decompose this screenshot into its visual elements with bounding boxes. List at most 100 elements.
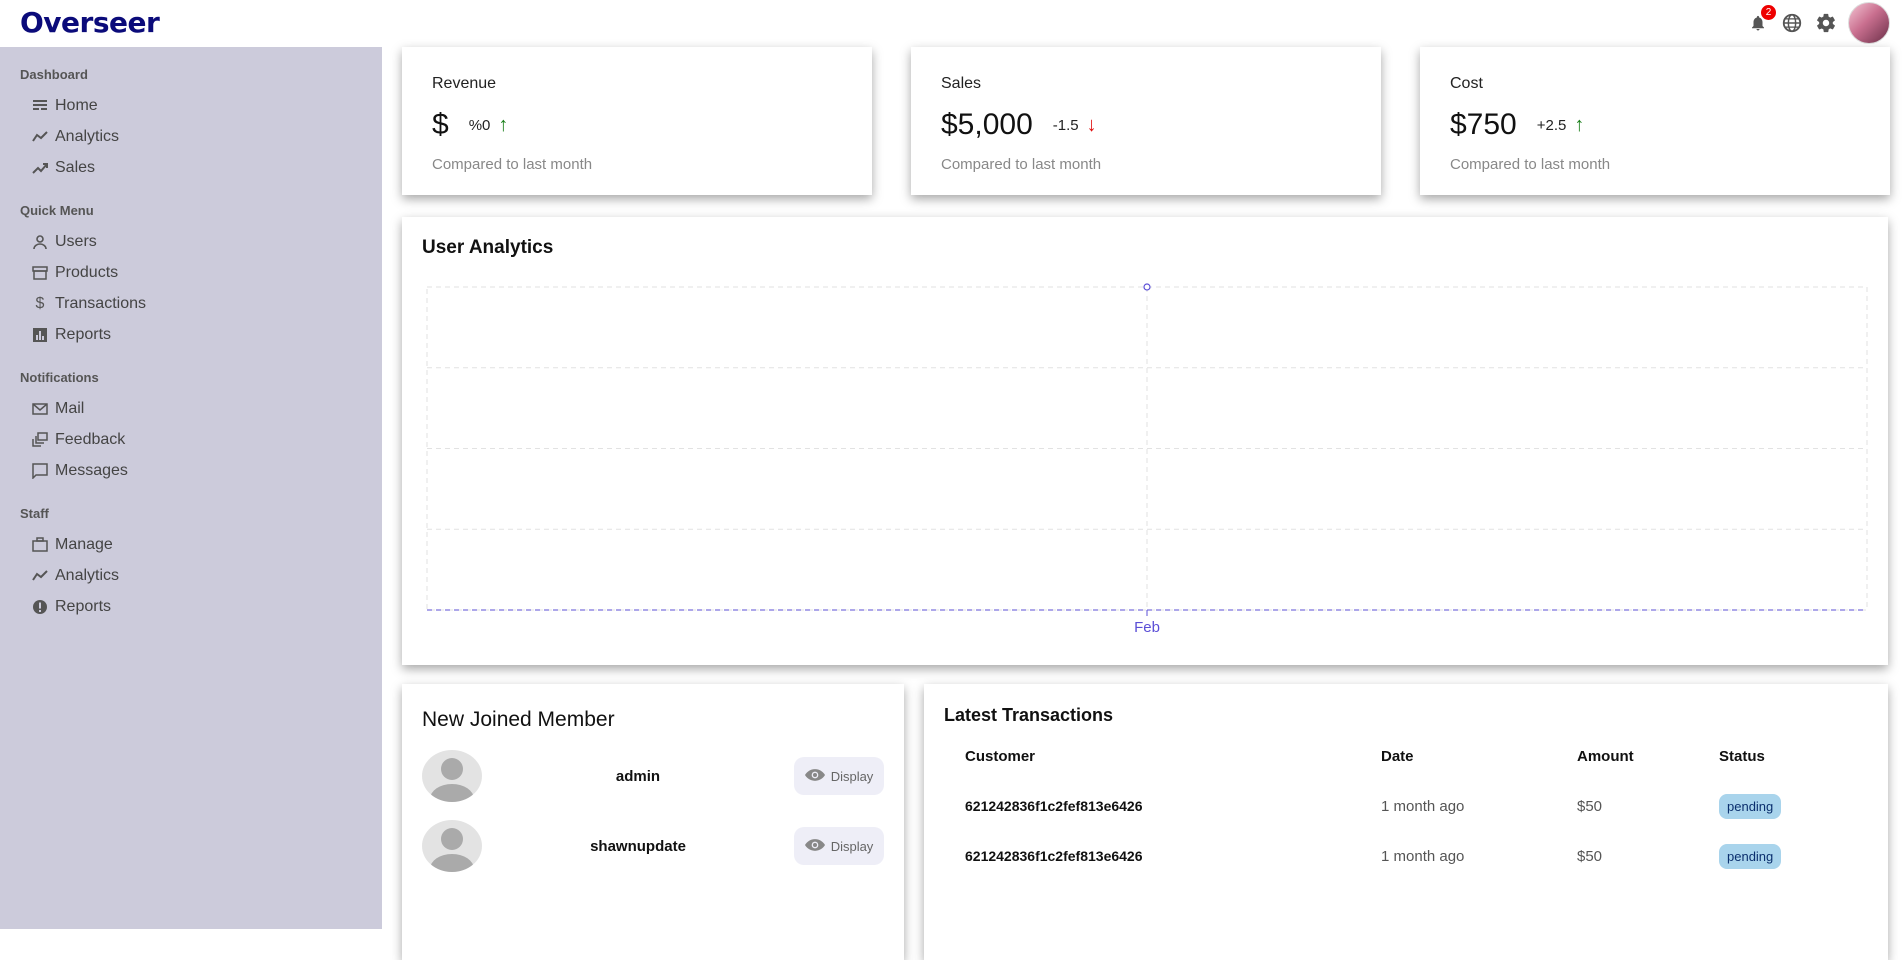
new-members-card: New Joined Member admin Display shawnupd…	[402, 684, 904, 960]
sidebar-item-label: Mail	[55, 399, 85, 417]
sidebar-item-messages[interactable]: Messages	[0, 455, 382, 486]
chart-point	[1143, 283, 1151, 291]
chart-tick-label: Feb	[1134, 619, 1160, 636]
arrow-up-icon: ↑	[498, 113, 509, 136]
header-status: Status	[1719, 748, 1765, 765]
status-cell: pending	[1719, 831, 1865, 881]
member-list: admin Display shawnupdate Display	[422, 750, 884, 872]
settings-gear-icon[interactable]	[1814, 11, 1838, 35]
status-badge: pending	[1719, 793, 1782, 819]
notification-badge: 2	[1761, 5, 1776, 20]
bar-chart-icon	[32, 327, 48, 343]
kpi-row: $5,000 -1.5 ↓	[941, 108, 1351, 142]
chat-bubble-icon	[32, 462, 48, 479]
app-logo[interactable]: Overseer	[20, 6, 160, 39]
kpi-rate: -1.5	[1052, 116, 1079, 134]
kpi-value: $750	[1450, 108, 1517, 141]
transactions-table: Customer Date Amount Status 621242836f1c…	[965, 748, 1865, 881]
latest-transactions-card: Latest Transactions Customer Date Amount…	[924, 684, 1888, 960]
display-button[interactable]: Display	[794, 757, 884, 795]
top-icons: 2	[1746, 2, 1890, 44]
kpi-compare-text: Compared to last month	[432, 156, 593, 173]
dynamic-feed-icon	[32, 431, 48, 448]
table-row[interactable]: 621242836f1c2fef813e6426 1 month ago $50…	[965, 781, 1865, 831]
kpi-compare-text: Compared to last month	[941, 156, 1102, 173]
kpi-rate: %0	[468, 116, 491, 134]
sidebar-item-manage[interactable]: Manage	[0, 529, 382, 560]
timeline-icon	[32, 568, 48, 584]
trending-up-icon	[32, 160, 48, 176]
kpi-title: Revenue	[432, 75, 497, 92]
sidebar-item-home[interactable]: Home	[0, 90, 382, 121]
table-row[interactable]: 621242836f1c2fef813e6426 1 month ago $50…	[965, 831, 1865, 881]
amount-cell: $50	[1577, 847, 1603, 865]
arrow-down-icon: ↓	[1086, 113, 1097, 136]
member-name: shawnupdate	[590, 837, 686, 855]
sidebar-item-reports[interactable]: Reports	[0, 319, 382, 350]
notifications-icon[interactable]: 2	[1746, 5, 1776, 35]
sidebar-item-analytics[interactable]: Analytics	[0, 560, 382, 591]
sidebar-item-label: Manage	[55, 535, 113, 553]
member-name: admin	[615, 767, 661, 785]
kpi-card-revenue: Revenue $ %0 ↑ Compared to last month	[402, 47, 872, 195]
sidebar-item-sales[interactable]: Sales	[0, 152, 382, 183]
arrow-up-icon: ↑	[1574, 113, 1585, 136]
date-cell: 1 month ago	[1381, 797, 1465, 815]
member-avatar	[422, 820, 482, 872]
display-button-label: Display	[830, 768, 874, 784]
date-cell: 1 month ago	[1381, 847, 1465, 865]
transactions-body: 621242836f1c2fef813e6426 1 month ago $50…	[965, 781, 1865, 881]
home-icon	[32, 98, 48, 114]
mail-icon	[32, 401, 48, 417]
report-icon	[32, 599, 48, 615]
sidebar-item-analytics[interactable]: Analytics	[0, 121, 382, 152]
eye-icon	[804, 768, 825, 785]
sidebar-item-label: Analytics	[55, 566, 120, 584]
briefcase-icon	[32, 536, 48, 553]
language-icon[interactable]	[1780, 11, 1804, 35]
amount-cell: $50	[1577, 797, 1603, 815]
members-title: New Joined Member	[422, 708, 615, 731]
status-cell: pending	[1719, 781, 1865, 831]
kpi-title: Cost	[1450, 75, 1483, 92]
dollar-icon: $	[35, 294, 45, 312]
top-bar: Overseer 2	[0, 0, 1902, 47]
kpi-value: $5,000	[941, 108, 1033, 141]
main-content: Revenue $ %0 ↑ Compared to last month Sa…	[382, 47, 1902, 960]
kpi-row: $ %0 ↑	[432, 108, 842, 142]
sidebar-section-title: Quick Menu	[20, 203, 94, 218]
kpi-title: Sales	[941, 75, 982, 92]
storefront-icon	[32, 265, 48, 281]
member-row: admin Display	[422, 750, 884, 802]
sidebar-item-label: Users	[55, 232, 97, 250]
user-analytics-card: User Analytics Feb	[402, 217, 1888, 665]
header-customer: Customer	[965, 748, 1036, 765]
sidebar-item-users[interactable]: Users	[0, 226, 382, 257]
header-amount: Amount	[1577, 748, 1634, 765]
display-button[interactable]: Display	[794, 827, 884, 865]
kpi-rate: +2.5	[1536, 116, 1567, 134]
sidebar-section-title: Notifications	[20, 370, 99, 385]
kpi-row: $750 +2.5 ↑	[1450, 108, 1860, 142]
sidebar-item-label: Home	[55, 96, 98, 114]
sidebar-item-label: Reports	[55, 325, 112, 343]
customer-cell: 621242836f1c2fef813e6426	[965, 798, 1143, 814]
user-avatar[interactable]	[1848, 2, 1890, 44]
sidebar-item-label: Sales	[55, 158, 96, 176]
sidebar-item-feedback[interactable]: Feedback	[0, 424, 382, 455]
table-header-row: Customer Date Amount Status	[965, 748, 1865, 781]
sidebar-item-label: Transactions	[55, 294, 146, 312]
status-badge: pending	[1719, 843, 1782, 869]
sidebar-item-label: Products	[55, 263, 119, 281]
sidebar-section-title: Staff	[20, 506, 49, 521]
sidebar-item-label: Reports	[55, 597, 112, 615]
sidebar: Dashboard Home Analytics Sales Quick Menu Use…	[0, 47, 382, 929]
kpi-card-cost: Cost $750 +2.5 ↑ Compared to last month	[1420, 47, 1890, 195]
sidebar-item-reports[interactable]: Reports	[0, 591, 382, 622]
sidebar-item-products[interactable]: Products	[0, 257, 382, 288]
sidebar-item-label: Feedback	[55, 430, 126, 448]
customer-cell: 621242836f1c2fef813e6426	[965, 848, 1143, 864]
header-date: Date	[1381, 748, 1414, 765]
sidebar-item-mail[interactable]: Mail	[0, 393, 382, 424]
sidebar-item-transactions[interactable]: $ Transactions	[0, 288, 382, 319]
